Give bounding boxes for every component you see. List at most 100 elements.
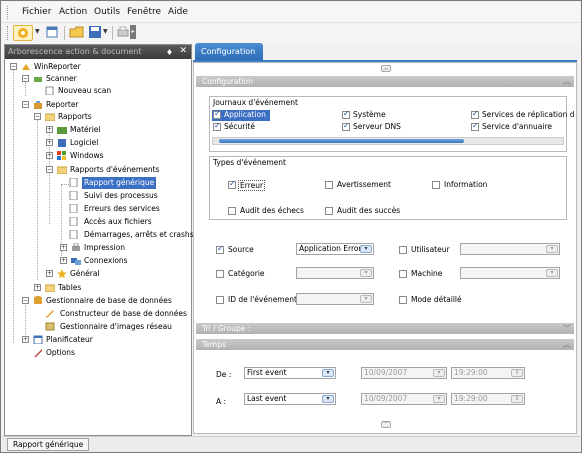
journaux-hscrollbar[interactable] [212, 137, 564, 145]
tree-item-rapports[interactable]: Rapports [58, 111, 92, 123]
chevron-down-icon[interactable]: ▾ [360, 245, 372, 253]
tab-configuration[interactable]: Configuration [195, 43, 263, 60]
tree-expander[interactable]: + [60, 244, 67, 251]
label-replication[interactable]: Services de réplication d [482, 110, 574, 119]
chevron-down-icon[interactable]: ▾ [322, 369, 334, 377]
open-button[interactable] [69, 25, 85, 41]
checkbox-information[interactable] [432, 181, 440, 189]
chevron-down-icon[interactable]: ▾ [322, 395, 334, 403]
label-machine[interactable]: Machine [411, 269, 442, 278]
save-button[interactable] [88, 25, 104, 41]
label-source[interactable]: Source [228, 245, 254, 254]
tree-item-reporter[interactable]: Reporter [46, 99, 79, 111]
label-securite[interactable]: Sécurité [224, 122, 255, 131]
tree-expander[interactable]: + [46, 126, 53, 133]
tree-item-scanner[interactable]: Scanner [46, 73, 77, 85]
section-tri-header[interactable]: Tri / Groupe : ︾ [196, 323, 574, 334]
pin-icon[interactable]: ♦ [166, 46, 173, 59]
tree-item-tables[interactable]: Tables [58, 282, 81, 294]
de-date-picker[interactable]: 10/09/2007 ▾ [361, 367, 447, 379]
chevron-down-icon[interactable]: ▾ [360, 269, 372, 277]
checkbox-service-annuaire[interactable] [471, 121, 479, 131]
chevron-down-icon[interactable]: ▾ [360, 295, 372, 303]
checkbox-systeme[interactable] [342, 109, 350, 119]
tree-item-impression[interactable]: Impression [84, 242, 125, 254]
menu-fenetre[interactable]: Fenêtre [127, 7, 161, 17]
label-utilisateur[interactable]: Utilisateur [411, 245, 450, 254]
tree-item-materiel[interactable]: Matériel [70, 124, 101, 136]
more-icon[interactable]: ▸ [130, 25, 136, 39]
section-temps-header[interactable]: Temps ︽ [196, 339, 574, 350]
label-erreur[interactable]: Erreur [238, 180, 266, 191]
utilisateur-combobox[interactable]: ▾ [460, 243, 560, 255]
tree-expander[interactable]: + [60, 257, 67, 264]
tree-item-erreurs-services[interactable]: Erreurs des services [84, 203, 160, 215]
a-time-picker[interactable]: 19:29:00 ⇕ [451, 393, 525, 405]
tree-item-acces-fichiers[interactable]: Accès aux fichiers [84, 216, 152, 228]
checkbox-securite[interactable] [213, 121, 221, 131]
checkbox-machine[interactable] [399, 270, 407, 278]
label-serveur-dns[interactable]: Serveur DNS [353, 122, 401, 131]
label-audit-echecs[interactable]: Audit des échecs [240, 206, 304, 215]
chevron-down-icon[interactable]: ▾ [546, 245, 558, 253]
collapse-icon[interactable]: ︽ [563, 339, 571, 350]
save-dropdown-icon[interactable]: ▼ [103, 25, 110, 41]
tree-item-options[interactable]: Options [46, 347, 75, 359]
checkbox-categorie[interactable] [216, 270, 224, 278]
tree-item-general[interactable]: Général [70, 268, 100, 280]
label-service-annuaire[interactable]: Service d'annuaire [482, 122, 552, 131]
expand-icon[interactable]: ︾ [563, 323, 571, 334]
tree-item-gestionnaire-images[interactable]: Gestionnaire d'images réseau [60, 321, 172, 333]
dropdown-arrow-icon[interactable]: ▼ [35, 25, 42, 41]
status-tab-rapport-generique[interactable]: Rapport générique [7, 438, 90, 451]
tree-expander[interactable]: + [46, 270, 53, 277]
checkbox-application[interactable] [213, 109, 221, 119]
tree-expander[interactable]: − [10, 63, 17, 70]
checkbox-utilisateur[interactable] [399, 246, 407, 254]
a-date-picker[interactable]: 10/09/2007 ▾ [361, 393, 447, 405]
run-button[interactable] [13, 25, 33, 41]
tree-expander[interactable]: + [46, 152, 53, 159]
tree-expander[interactable]: − [22, 75, 29, 82]
menu-fichier[interactable]: Fichier [22, 7, 51, 17]
new-window-button[interactable] [45, 25, 61, 41]
checkbox-source[interactable] [216, 244, 224, 254]
chevron-down-icon[interactable]: ▾ [546, 269, 558, 277]
tree-item-rapports-evenements[interactable]: Rapports d'événements [70, 164, 159, 176]
label-systeme[interactable]: Système [353, 110, 386, 119]
label-mode-detaille[interactable]: Mode détaillé [411, 295, 462, 304]
tree-item-windows[interactable]: Windows [70, 150, 103, 162]
checkbox-avertissement[interactable] [325, 181, 333, 189]
checkbox-audit-echecs[interactable] [228, 207, 236, 215]
tree-item-rapport-generique[interactable]: Rapport générique [82, 177, 157, 189]
scroll-up-button[interactable]: ︿ [381, 65, 391, 72]
checkbox-replication[interactable] [471, 109, 479, 119]
tree-item-gestionnaire-bd[interactable]: Gestionnaire de base de données [46, 295, 172, 307]
close-icon[interactable]: ✕ [179, 45, 187, 58]
de-combobox[interactable]: First event ▾ [244, 367, 336, 379]
checkbox-mode-detaille[interactable] [399, 296, 407, 304]
menu-aide[interactable]: Aide [168, 7, 188, 17]
menu-outils[interactable]: Outils [94, 7, 120, 17]
categorie-combobox[interactable]: ▾ [296, 267, 374, 279]
chevron-down-icon[interactable]: ▾ [433, 369, 445, 377]
tree-item-planificateur[interactable]: Planificateur [46, 334, 93, 346]
label-categorie[interactable]: Catégorie [228, 269, 265, 278]
checkbox-id-evenement[interactable] [216, 296, 224, 304]
tree-expander[interactable]: − [34, 113, 41, 120]
label-application[interactable]: Application [224, 110, 266, 119]
tree-item-nouveau-scan[interactable]: Nouveau scan [58, 85, 111, 97]
menu-action[interactable]: Action [59, 7, 87, 17]
tree-expander[interactable]: − [22, 297, 29, 304]
tree-expander[interactable]: + [46, 139, 53, 146]
tree-expander[interactable]: − [22, 101, 29, 108]
label-avertissement[interactable]: Avertissement [337, 180, 391, 189]
scroll-down-button[interactable]: ﹀ [381, 421, 391, 428]
tree-item-demarrages[interactable]: Démarrages, arrêts et crashs [84, 229, 194, 241]
label-id-evenement[interactable]: ID de l'événement [228, 295, 297, 304]
tree-item-winreporter[interactable]: WinReporter [34, 61, 81, 73]
tree-item-constructeur-bd[interactable]: Constructeur de base de données [60, 308, 187, 320]
scrollbar-thumb[interactable] [219, 139, 464, 143]
machine-combobox[interactable]: ▾ [460, 267, 560, 279]
tree-expander[interactable]: + [34, 284, 41, 291]
